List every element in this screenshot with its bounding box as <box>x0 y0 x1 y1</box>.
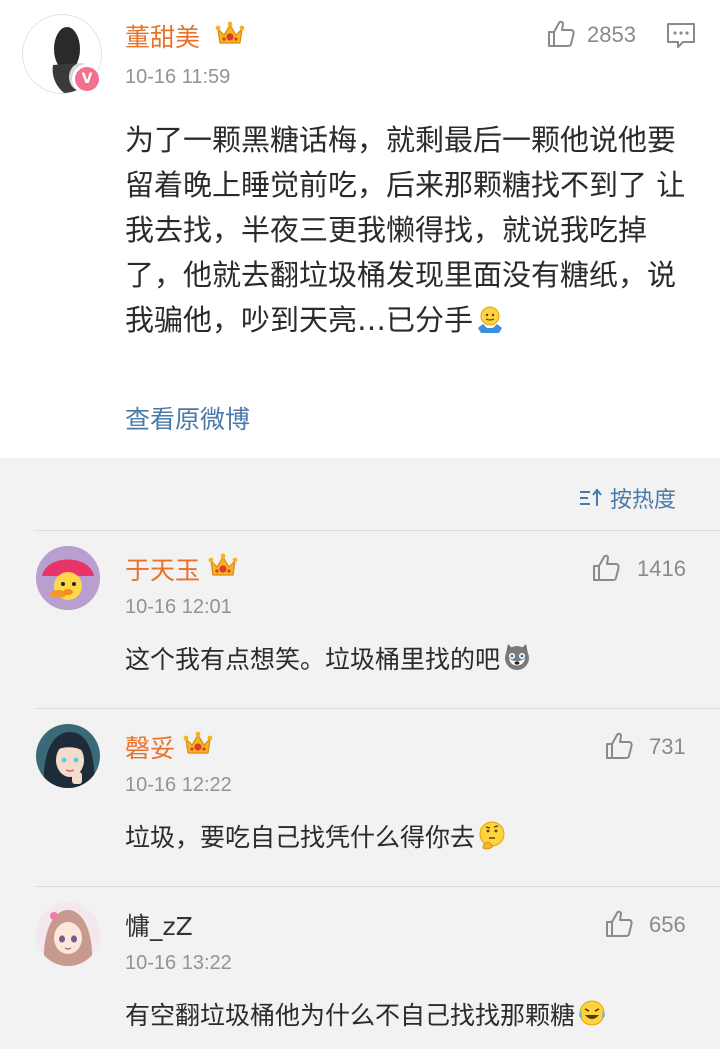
thumbs-up-icon <box>545 18 577 50</box>
timestamp: 10-16 12:22 <box>125 774 232 796</box>
divider <box>34 886 720 887</box>
avatar[interactable] <box>36 546 100 610</box>
comment-text: 这个我有点想笑。垃圾桶里找的吧 <box>125 640 532 676</box>
username[interactable]: 董甜美 <box>125 18 200 54</box>
avatar-image <box>36 902 100 966</box>
sort-icon <box>580 488 602 506</box>
avatar-image <box>36 724 100 788</box>
crown-icon <box>215 21 245 47</box>
timestamp: 10-16 13:22 <box>125 952 232 974</box>
main-post: V 董甜美 10-16 11:59 2853 为了一颗黑糖话梅，就剩最后一颗他说… <box>0 0 720 458</box>
view-original-link[interactable]: 查看原微博 <box>125 400 250 436</box>
avatar-image <box>36 546 100 610</box>
thumbs-up-icon <box>603 730 635 762</box>
sort-by-hot-button[interactable]: 按热度 <box>578 482 676 514</box>
thinking-emoji-icon <box>479 821 505 850</box>
avatar[interactable] <box>36 902 100 966</box>
crown-icon <box>183 731 213 757</box>
verified-badge-icon: V <box>72 64 102 94</box>
username[interactable]: 慵_zZ <box>125 907 193 943</box>
avatar[interactable] <box>36 724 100 788</box>
sort-label: 按热度 <box>610 488 677 513</box>
comment-text: 有空翻垃圾桶他为什么不自己找找那颗糖 <box>125 996 607 1032</box>
like-count: 1416 <box>637 556 686 581</box>
thumbs-up-icon <box>590 552 622 584</box>
timestamp: 10-16 12:01 <box>125 596 232 618</box>
thumbs-up-icon <box>603 908 635 940</box>
comment-text-content: 垃圾，要吃自己找凭什么得你去 <box>125 823 476 852</box>
username[interactable]: 磬妥 <box>125 729 175 765</box>
username[interactable]: 于天玉 <box>125 551 200 587</box>
post-text: 为了一颗黑糖话梅，就剩最后一颗他说他要留着晚上睡觉前吃，后来那颗糖找不到了 让我… <box>125 118 690 343</box>
like-count: 2853 <box>587 22 636 47</box>
comment-text: 垃圾，要吃自己找凭什么得你去 <box>125 818 507 854</box>
divider <box>34 530 720 531</box>
like-count: 656 <box>649 912 686 937</box>
husky-emoji-icon <box>505 644 530 670</box>
comment-text-content: 有空翻垃圾桶他为什么不自己找找那颗糖 <box>125 1001 576 1030</box>
comment-icon[interactable] <box>666 22 696 50</box>
comment-text-content: 这个我有点想笑。垃圾桶里找的吧 <box>125 645 501 674</box>
laugh-cry-emoji-icon <box>579 1000 605 1026</box>
crown-icon <box>208 553 238 579</box>
like-count: 731 <box>649 734 686 759</box>
shrug-emoji-icon <box>478 306 503 333</box>
post-text-content: 为了一颗黑糖话梅，就剩最后一颗他说他要留着晚上睡觉前吃，后来那颗糖找不到了 让我… <box>125 123 686 337</box>
timestamp: 10-16 11:59 <box>125 66 231 88</box>
divider <box>34 708 720 709</box>
